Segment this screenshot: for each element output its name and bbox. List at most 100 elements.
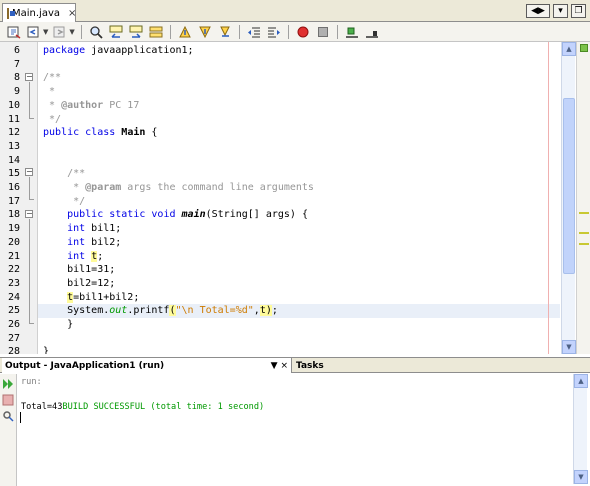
line-number: 27 [7,332,20,344]
output-console[interactable]: run: Total=43BUILD SUCCESSFUL (total tim… [18,374,572,484]
scroll-up-icon[interactable]: ▲ [562,42,576,56]
find-icon[interactable] [88,24,104,40]
toggle-highlight-icon[interactable] [148,24,164,40]
output-vertical-scrollbar[interactable]: ▲ ▼ [573,374,588,484]
stop-icon[interactable] [2,394,14,406]
tab-main-java[interactable]: Main.java × [2,3,76,22]
field-name: out [109,305,128,317]
toolbar-separator [238,24,240,39]
code-text: System. [67,305,110,317]
occurrence-mark[interactable] [579,212,589,214]
next-bookmark-icon[interactable] [197,24,213,40]
current-code-line: System.out.printf("\n Total=%d",t); [38,304,560,318]
last-edit-icon[interactable] [6,24,22,40]
forward-dropdown-icon[interactable]: ▼ [69,28,74,36]
fold-end [29,322,34,324]
editor-vertical-scrollbar[interactable]: ▲ ▼ [561,42,576,354]
editor-tab-bar: Main.java × ◀ ▶ ▾ ❐ [0,0,590,22]
scroll-right-icon[interactable]: ▶ [538,6,545,16]
tab-tasks[interactable]: Tasks [296,358,324,373]
keyword: public [43,127,80,139]
line-number: 19 [7,223,20,235]
line-number: 22 [7,264,20,276]
forward-icon[interactable] [52,24,68,40]
fold-collapse-icon[interactable]: − [25,72,33,81]
code-text: bil1=31; [67,264,116,276]
code-line: */ [43,195,565,209]
fold-end [29,117,34,119]
previous-bookmark-icon[interactable] [177,24,193,40]
find-previous-icon[interactable] [108,24,124,40]
console-build-text: BUILD SUCCESSFUL (total time: 1 second) [62,402,265,412]
line-number: 15 [7,168,20,180]
occurrence-mark[interactable] [579,232,589,234]
code-text: bil2=12; [67,277,116,289]
javadoc-tag: @author [61,99,104,111]
line-number: 28 [7,346,20,355]
scroll-left-icon[interactable]: ◀ [531,6,538,16]
document-list-icon[interactable]: ▾ [553,4,568,18]
line-number: 14 [7,154,20,166]
code-line: package javaapplication1; [43,44,565,58]
fold-guide [29,218,30,323]
settings-icon[interactable] [2,410,14,422]
scroll-down-icon[interactable]: ▼ [562,340,576,354]
right-margin-guide [548,42,549,354]
tab-output[interactable]: Output - JavaApplication1 (run) ▼ × [2,358,292,373]
comment-text: * [43,99,62,111]
code-text: bil1; [85,223,122,235]
keyword: int [67,250,86,262]
code-area[interactable]: package javaapplication1; /** * * @autho… [38,42,560,354]
line-number: 9 [13,86,20,98]
code-text: =bil1+bil2; [73,291,140,303]
toolbar-separator [80,24,82,39]
fold-collapse-icon[interactable]: − [25,209,33,218]
restore-window-icon[interactable]: ❐ [571,4,586,18]
code-line: int bil2; [43,236,565,250]
output-tab-controls[interactable]: ▼ × [271,361,288,371]
keyword: int [67,223,86,235]
line-number: 10 [7,99,20,111]
shift-left-icon[interactable] [246,24,262,40]
code-line: public class Main { [43,126,565,140]
code-text: } [43,346,50,355]
code-line: int t; [43,250,565,264]
uncomment-icon[interactable] [364,24,380,40]
find-next-icon[interactable] [128,24,144,40]
line-number: 8 [13,72,20,84]
comment-text: * [43,86,56,98]
comment-text: PC 17 [103,99,140,111]
comment-icon[interactable] [344,24,360,40]
scroll-thumb[interactable] [563,98,575,274]
tab-scroll-buttons[interactable]: ◀ ▶ [526,4,550,18]
toolbar-separator [169,24,171,39]
stop-macro-icon[interactable] [315,24,331,40]
fold-collapse-icon[interactable]: − [25,168,33,177]
comment-text: * [43,182,86,193]
fold-end [29,199,34,201]
back-icon[interactable] [26,24,42,40]
console-caret [20,412,21,423]
line-number: 13 [7,140,20,152]
scroll-down-icon[interactable]: ▼ [574,470,588,484]
keyword: public [67,209,104,221]
code-editor[interactable]: 6 7 8 9 10 11 12 13 14 15 16 17 18 19 20… [0,42,590,354]
back-dropdown-icon[interactable]: ▼ [43,28,48,36]
comment-text: */ [43,113,62,125]
comment-text: args the command line arguments [121,182,314,193]
code-line: int bil1; [43,222,565,236]
start-macro-icon[interactable] [295,24,311,40]
output-side-toolbar [0,374,17,486]
close-tab-icon[interactable]: × [68,8,76,19]
java-file-icon [7,7,15,19]
fold-guide [29,177,30,200]
rerun-icon[interactable] [2,378,14,390]
console-total-text: Total=43 [21,402,63,412]
highlighted-variable: t [259,305,266,317]
scroll-up-icon[interactable]: ▲ [574,374,588,388]
occurrence-mark[interactable] [579,243,589,245]
shift-right-icon[interactable] [266,24,282,40]
code-text: .printf [127,305,170,317]
class-name: Main [121,127,146,139]
toggle-bookmark-icon[interactable] [217,24,233,40]
